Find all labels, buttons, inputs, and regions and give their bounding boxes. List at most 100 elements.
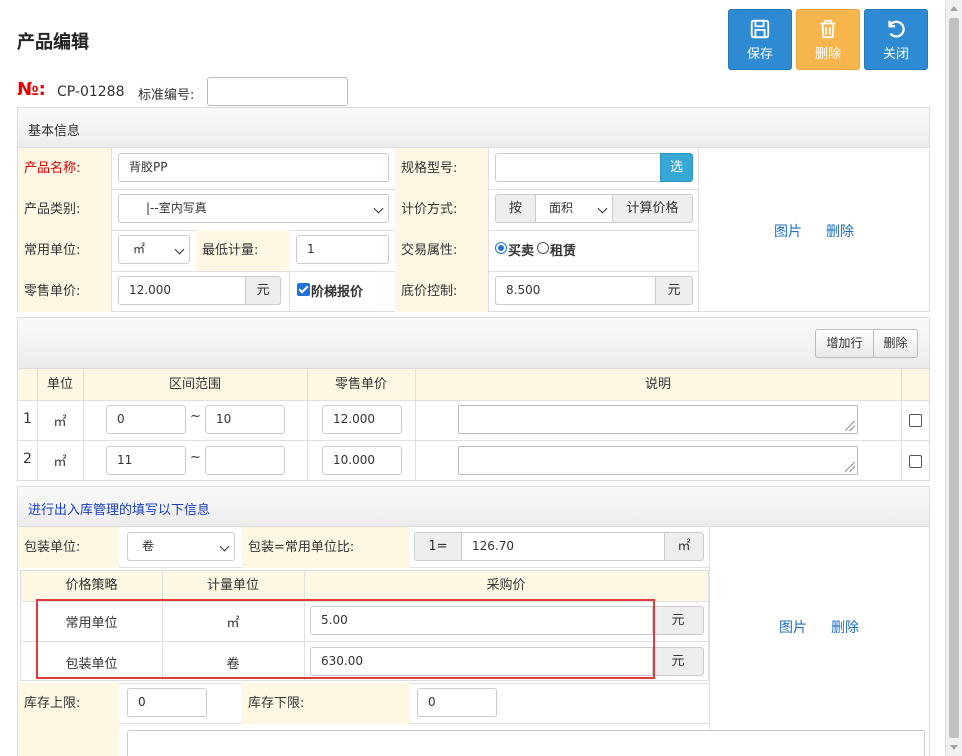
delete-button[interactable]: 删除 [796, 9, 860, 70]
save-icon [750, 19, 770, 39]
col-unit: 单位 [37, 369, 83, 400]
spec-label: 规格型号: [395, 148, 488, 189]
chevron-down-icon [597, 203, 608, 214]
scrollbar-thumb[interactable] [949, 18, 959, 738]
purchase-currency: 元 [652, 606, 704, 635]
spec-input[interactable] [495, 153, 661, 182]
number-sign: №: [17, 79, 46, 100]
min-qty-input[interactable]: 1 [296, 235, 389, 264]
pack-unit-select[interactable]: 卷 [127, 532, 235, 561]
highlight-box [36, 599, 655, 679]
tier-toolbar [18, 318, 929, 369]
retail-price-label: 零售单价: [18, 271, 111, 312]
ratio-label: 包装=常用单位比: [242, 527, 410, 568]
stock-min-input[interactable]: 0 [417, 688, 497, 717]
range-separator: ~ [190, 409, 201, 424]
product-edit-page: 产品编辑 保存 删除 关闭 №: CP-01288 标准编号: 基本信息 产品名… [0, 0, 962, 756]
product-name-label: 产品名称: [18, 148, 111, 189]
range-to-input[interactable]: 10 [205, 405, 285, 434]
resize-handle-icon[interactable] [845, 462, 855, 472]
ratio-prefix: 1= [414, 532, 462, 561]
stock-min-label: 库存下限: [242, 683, 410, 724]
trade-option-rent: 租赁 [550, 244, 577, 259]
stock-max-label: 库存上限: [18, 683, 119, 724]
close-label: 关闭 [882, 47, 909, 62]
image-link[interactable]: 图片 [779, 617, 807, 637]
tier-price-input[interactable]: 10.000 [322, 446, 402, 475]
row-unit: ㎡ [53, 455, 67, 470]
chevron-down-icon [219, 541, 230, 552]
range-to-input[interactable] [205, 446, 285, 475]
range-from-input[interactable]: 11 [106, 446, 186, 475]
calculate-price-button[interactable]: 计算价格 [612, 194, 693, 223]
add-row-button[interactable]: 增加行 [815, 329, 874, 358]
undo-icon [888, 20, 905, 38]
tier-price-checkbox[interactable] [297, 283, 310, 296]
image-link[interactable]: 图片 [774, 221, 802, 241]
retail-currency: 元 [245, 276, 281, 305]
stock-header: 进行出入库管理的填写以下信息 [18, 487, 929, 527]
trade-radio-buy[interactable] [495, 242, 507, 254]
trade-label: 交易属性: [395, 230, 488, 271]
col-purchase-price: 采购价 [304, 571, 708, 601]
note-textarea[interactable] [458, 446, 858, 475]
pricing-prefix: 按 [495, 194, 536, 223]
tier-price-label: 阶梯报价 [311, 285, 364, 300]
tier-price-input[interactable]: 12.000 [322, 405, 402, 434]
delete-row-button[interactable]: 删除 [873, 329, 918, 358]
basic-info-header: 基本信息 [18, 108, 929, 148]
note-textarea[interactable] [458, 405, 858, 434]
scroll-up-icon[interactable] [950, 6, 958, 11]
pricing-value: 面积 [549, 201, 574, 215]
row-checkbox[interactable] [909, 414, 922, 427]
floor-currency: 元 [655, 276, 693, 305]
stock-max-input[interactable]: 0 [127, 688, 207, 717]
purchase-currency: 元 [652, 647, 704, 676]
category-value: |--室内写真 [146, 201, 207, 215]
floor-price-input[interactable]: 8.500 [495, 276, 656, 305]
pack-unit-value: 卷 [142, 539, 155, 553]
col-strategy: 价格策略 [21, 571, 162, 601]
image-delete-link[interactable]: 删除 [831, 617, 859, 637]
col-note: 说明 [415, 369, 901, 400]
trade-radio-rent[interactable] [537, 242, 549, 254]
col-retail-price: 零售单价 [307, 369, 415, 400]
remark-textarea[interactable] [127, 730, 925, 756]
close-button[interactable]: 关闭 [864, 9, 928, 70]
ratio-input[interactable]: 126.70 [461, 532, 665, 561]
col-range: 区间范围 [83, 369, 307, 400]
save-label: 保存 [746, 47, 773, 62]
spec-pick-button[interactable]: 选 [660, 153, 693, 182]
pricing-select[interactable]: 面积 [535, 194, 613, 223]
range-from-input[interactable]: 0 [106, 405, 186, 434]
save-button[interactable]: 保存 [728, 9, 792, 70]
trash-icon [820, 19, 836, 39]
standard-number-label: 标准编号: [138, 88, 195, 103]
category-select[interactable]: |--室内写真 [118, 194, 389, 223]
product-number: CP-01288 [57, 84, 125, 100]
scroll-down-icon[interactable] [950, 745, 958, 750]
page-title: 产品编辑 [17, 32, 89, 53]
resize-handle-icon[interactable] [845, 421, 855, 431]
chevron-down-icon [373, 203, 384, 214]
unit-value: ㎡ [133, 242, 146, 256]
unit-label: 常用单位: [18, 230, 111, 271]
ratio-unit: ㎡ [664, 532, 704, 561]
col-measure-unit: 计量单位 [162, 571, 304, 601]
basic-info-panel: 基本信息 产品名称: 背胶PP 规格型号: 选 产品类别: |--室内写真 计价… [17, 107, 930, 312]
category-label: 产品类别: [18, 189, 111, 230]
stock-panel: 进行出入库管理的填写以下信息 包装单位: 卷 包装=常用单位比: 1= 126.… [17, 486, 930, 756]
product-name-input[interactable]: 背胶PP [118, 153, 389, 182]
unit-select[interactable]: ㎡ [118, 235, 190, 264]
vertical-scrollbar[interactable] [945, 0, 962, 756]
retail-price-input[interactable]: 12.000 [118, 276, 246, 305]
delete-label: 删除 [814, 47, 841, 62]
tier-price-panel: 增加行 删除 单位 区间范围 零售单价 说明 1 ㎡ 0 ~ 10 12.000… [17, 317, 930, 481]
floor-price-label: 底价控制: [395, 271, 488, 312]
range-separator: ~ [190, 450, 201, 465]
row-index: 1 [23, 411, 32, 427]
standard-number-input[interactable] [207, 77, 348, 106]
image-delete-link[interactable]: 删除 [826, 221, 854, 241]
min-qty-label: 最低计量: [196, 230, 289, 271]
row-checkbox[interactable] [909, 455, 922, 468]
